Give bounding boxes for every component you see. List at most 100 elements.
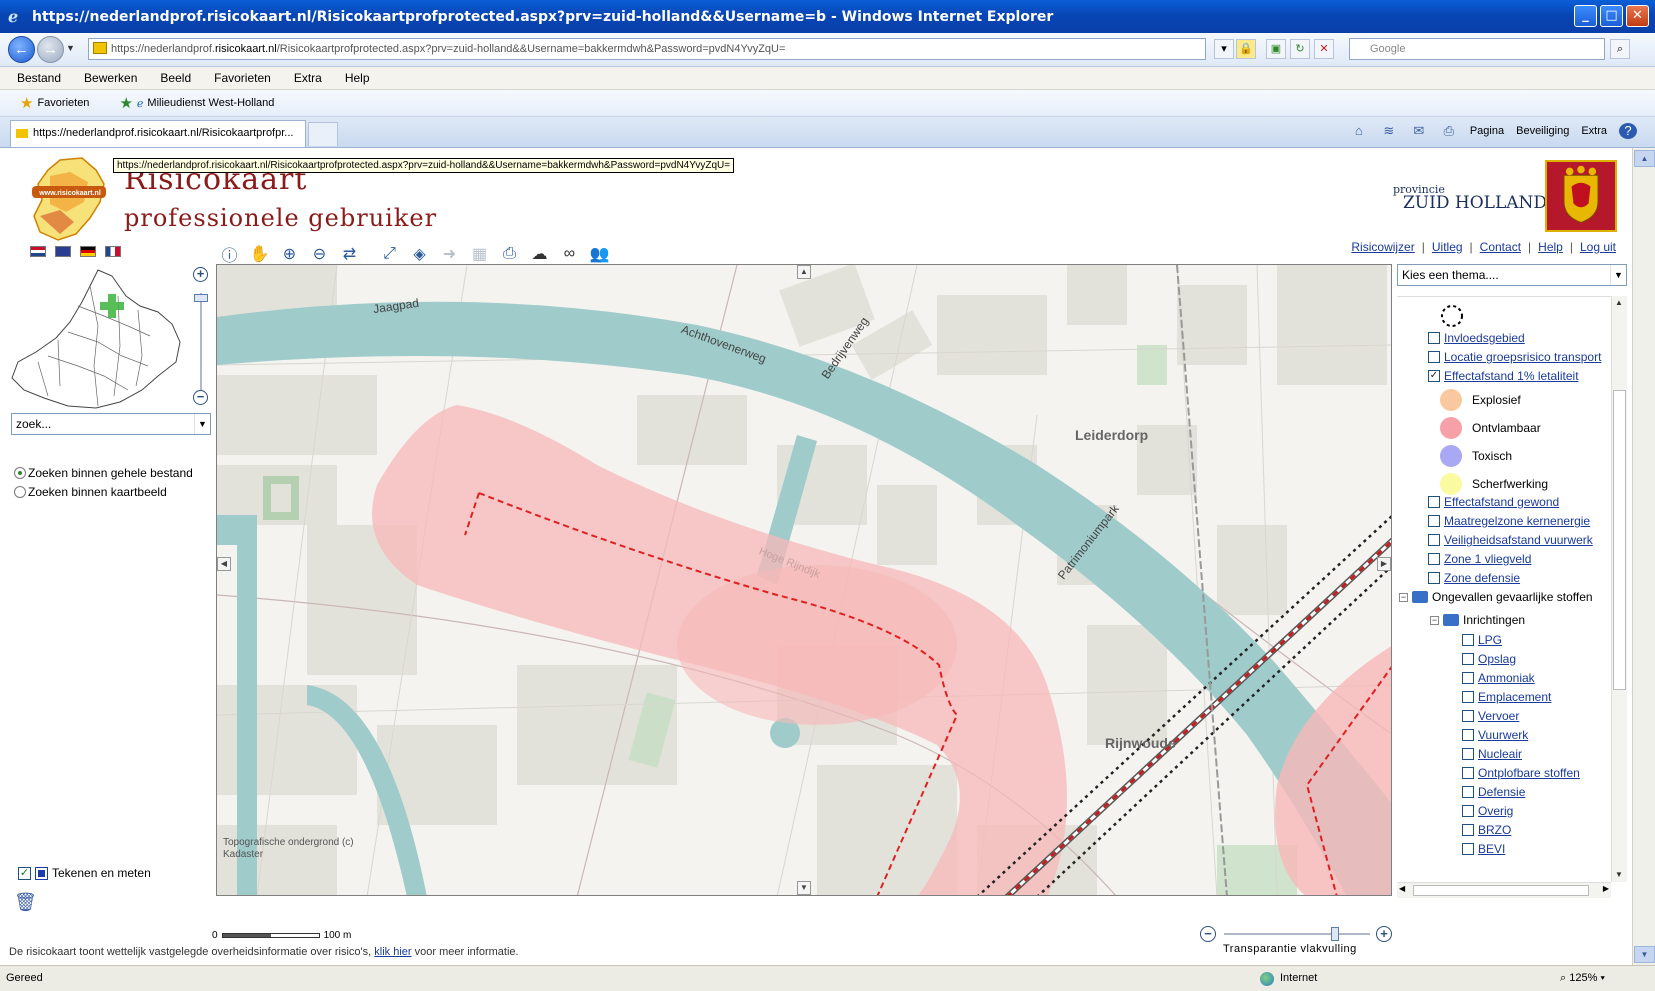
layer-inrichting-brzo[interactable]: BRZO <box>1462 823 1511 837</box>
page-scroll-up-icon[interactable]: ▲ <box>1634 150 1655 167</box>
scroll-thumb[interactable] <box>1413 885 1589 896</box>
layer-checkbox[interactable] <box>1462 767 1474 779</box>
radio-on-icon[interactable] <box>14 467 26 479</box>
layer-checkbox[interactable] <box>1462 634 1474 646</box>
chevron-down-icon[interactable]: ▼ <box>1610 265 1626 285</box>
layer-checkbox[interactable] <box>1428 515 1440 527</box>
print-icon[interactable]: ⎙ <box>1440 123 1458 139</box>
layer-label[interactable]: Maatregelzone kernenergie <box>1444 514 1590 528</box>
layer-inrichting-nucleair[interactable]: Nucleair <box>1462 747 1522 761</box>
map-canvas[interactable] <box>217 265 1392 896</box>
layer-checkbox[interactable] <box>1462 805 1474 817</box>
layer-zone-vliegveld[interactable]: Zone 1 vliegveld <box>1428 552 1531 566</box>
transparency-decrease-button[interactable]: − <box>1200 926 1216 942</box>
help-icon[interactable]: ? <box>1619 123 1637 139</box>
layer-label[interactable]: Invloedsgebied <box>1444 331 1525 345</box>
search-icon[interactable]: ⌕ <box>1610 39 1630 59</box>
layer-label[interactable]: LPG <box>1478 633 1502 647</box>
page-menu[interactable]: Pagina <box>1470 125 1504 137</box>
menu-bestand[interactable]: Bestand <box>14 71 64 85</box>
layer-label[interactable]: Zone defensie <box>1444 571 1520 585</box>
layer-effectafstand-gewond[interactable]: Effectafstand gewond <box>1428 495 1559 509</box>
overview-zoom-track[interactable] <box>200 293 202 393</box>
home-icon[interactable]: ⌂ <box>1350 123 1368 139</box>
link-help[interactable]: Help <box>1538 240 1563 254</box>
layer-inrichting-lpg[interactable]: LPG <box>1462 633 1502 647</box>
layer-label[interactable]: Emplacement <box>1478 690 1551 704</box>
url-input[interactable]: https://nederlandprof.risicokaart.nl/Ris… <box>88 38 1206 60</box>
layer-checkbox[interactable] <box>1462 748 1474 760</box>
layer-inrichting-overig[interactable]: Overig <box>1462 804 1513 818</box>
radio-search-view[interactable]: Zoeken binnen kaartbeeld <box>14 485 167 499</box>
menu-extra[interactable]: Extra <box>291 71 325 85</box>
overview-zoom-out-button[interactable]: − <box>193 390 208 405</box>
layer-label[interactable]: BRZO <box>1478 823 1511 837</box>
layer-checkbox[interactable] <box>1428 332 1440 344</box>
new-tab-button[interactable] <box>308 122 338 146</box>
recent-pages-dropdown-icon[interactable]: ▼ <box>66 43 75 53</box>
layer-checkbox[interactable] <box>1428 496 1440 508</box>
close-window-button[interactable]: ✕ <box>1626 5 1649 27</box>
footer-link[interactable]: klik hier <box>374 946 411 958</box>
layer-label[interactable]: Ontplofbare stoffen <box>1478 766 1580 780</box>
draw-measure-checkbox[interactable]: ✓ <box>18 866 31 880</box>
layer-checkbox[interactable] <box>1462 786 1474 798</box>
back-button[interactable]: ← <box>8 36 35 63</box>
menu-bewerken[interactable]: Bewerken <box>81 71 140 85</box>
layer-inrichting-bevi[interactable]: BEVI <box>1462 842 1505 856</box>
zoom-out-icon[interactable]: ⊖ <box>308 242 331 265</box>
page-scroll-down-icon[interactable]: ▼ <box>1634 946 1655 963</box>
scroll-down-icon[interactable]: ▼ <box>1612 868 1626 882</box>
layer-effectafstand-letaliteit[interactable]: ✓ Effectafstand 1% letaliteit <box>1428 369 1579 383</box>
scroll-right-icon[interactable]: ▶ <box>1603 884 1609 893</box>
pan-hand-icon[interactable]: ✋ <box>248 242 271 265</box>
layer-checkbox-checked[interactable]: ✓ <box>1428 370 1440 382</box>
full-extent-icon[interactable]: ⤢ <box>378 242 401 265</box>
layer-label[interactable]: Opslag <box>1478 652 1516 666</box>
transparency-track[interactable] <box>1224 933 1370 935</box>
transparency-slider[interactable] <box>1330 927 1339 941</box>
layer-checkbox[interactable] <box>1428 553 1440 565</box>
theme-scrollbar-vertical[interactable]: ▲ ▼ <box>1611 296 1627 882</box>
radio-off-icon[interactable] <box>14 486 26 498</box>
flag-nl-icon[interactable] <box>30 246 46 257</box>
select-icon[interactable]: ▦ <box>468 242 491 265</box>
layer-checkbox[interactable] <box>1428 351 1440 363</box>
layer-maatregelzone[interactable]: Maatregelzone kernenergie <box>1428 514 1590 528</box>
group-ongevallen[interactable]: − Ongevallen gevaarlijke stoffen <box>1399 590 1593 604</box>
layer-label[interactable]: Locatie groepsrisico transport <box>1444 350 1601 364</box>
layer-checkbox[interactable] <box>1428 572 1440 584</box>
favorites-button[interactable]: Favorieten <box>37 97 89 109</box>
subgroup-inrichtingen[interactable]: − Inrichtingen <box>1430 613 1525 627</box>
main-map[interactable]: Jaagpad Achthovenerweg Bedrijvenweg Leid… <box>216 264 1392 896</box>
search-combobox[interactable]: zoek... ▼ <box>11 413 211 435</box>
layer-label[interactable]: Zone 1 vliegveld <box>1444 552 1531 566</box>
overview-zoom-slider[interactable] <box>194 294 208 302</box>
print-map-icon[interactable]: ⎙ <box>498 242 521 265</box>
layer-label[interactable]: Veiligheidsafstand vuurwerk <box>1444 533 1593 547</box>
feeds-icon[interactable]: ≋ <box>1380 123 1398 139</box>
layer-checkbox[interactable] <box>1462 843 1474 855</box>
next-view-icon[interactable]: ➜ <box>438 242 461 265</box>
layer-checkbox[interactable] <box>1462 672 1474 684</box>
layer-label[interactable]: Ammoniak <box>1478 671 1535 685</box>
layer-locatie-groepsrisico[interactable]: Locatie groepsrisico transport <box>1428 350 1601 364</box>
layer-inrichting-vervoer[interactable]: Vervoer <box>1462 709 1519 723</box>
zoom-level[interactable]: ⌕ 125% ▾ <box>1560 966 1605 991</box>
draw-measure-toggle[interactable]: ✓ Tekenen en meten <box>18 866 151 880</box>
favorite-link[interactable]: Milieudienst West-Holland <box>147 97 274 109</box>
link-risicowijzer[interactable]: Risicowijzer <box>1351 240 1414 254</box>
pan-west-icon[interactable]: ◀ <box>217 557 231 571</box>
layer-inrichting-ammoniak[interactable]: Ammoniak <box>1462 671 1535 685</box>
users-icon[interactable]: 👥 <box>588 242 611 265</box>
zoom-in-icon[interactable]: ⊕ <box>278 242 301 265</box>
layer-label[interactable]: Effectafstand gewond <box>1444 495 1559 509</box>
layer-label[interactable]: Vervoer <box>1478 709 1519 723</box>
layer-inrichting-opslag[interactable]: Opslag <box>1462 652 1516 666</box>
layer-label[interactable]: BEVI <box>1478 842 1505 856</box>
menu-beeld[interactable]: Beeld <box>157 71 194 85</box>
tab-active[interactable]: https://nederlandprof.risicokaart.nl/Ris… <box>10 120 306 147</box>
draw-measure-radio-icon[interactable] <box>35 866 48 880</box>
theme-select[interactable]: Kies een thema.... ▼ <box>1397 264 1627 286</box>
zoom-extent-icon[interactable]: ⇄ <box>338 242 361 265</box>
